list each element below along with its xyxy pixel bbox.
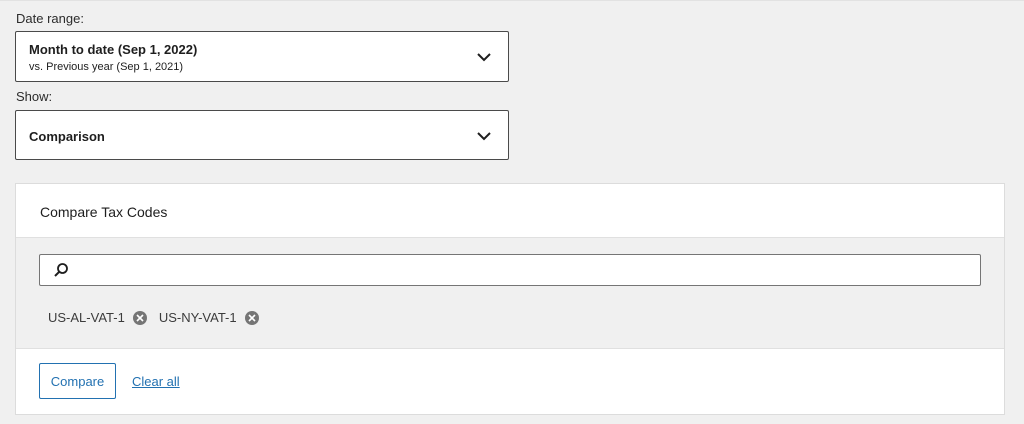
show-label: Show: bbox=[16, 89, 53, 104]
card-title: Compare Tax Codes bbox=[40, 204, 168, 220]
date-range-select[interactable]: Month to date (Sep 1, 2022) vs. Previous… bbox=[15, 31, 509, 82]
tag-label: US-NY-VAT-1 bbox=[158, 310, 237, 325]
date-range-secondary: vs. Previous year (Sep 1, 2021) bbox=[29, 61, 184, 73]
tag-item: US-AL-VAT-1 bbox=[48, 310, 147, 325]
chevron-down-icon bbox=[477, 53, 491, 62]
remove-tag-icon[interactable] bbox=[244, 310, 259, 325]
date-range-label: Date range: bbox=[16, 11, 84, 26]
search-input[interactable] bbox=[39, 254, 981, 286]
tag-list: US-AL-VAT-1 US-NY-VAT-1 bbox=[48, 310, 271, 325]
clear-all-link[interactable]: Clear all bbox=[132, 374, 180, 389]
tag-item: US-NY-VAT-1 bbox=[159, 310, 259, 325]
tag-label: US-AL-VAT-1 bbox=[48, 310, 125, 325]
top-divider bbox=[0, 0, 1024, 1]
show-value: Comparison bbox=[29, 129, 105, 144]
compare-card: Compare Tax Codes US-AL-VAT-1 US-NY-VAT-… bbox=[15, 183, 1005, 415]
chevron-down-icon bbox=[477, 132, 491, 141]
remove-tag-icon[interactable] bbox=[132, 310, 147, 325]
card-body: US-AL-VAT-1 US-NY-VAT-1 bbox=[16, 237, 1004, 349]
date-range-primary: Month to date (Sep 1, 2022) bbox=[29, 42, 198, 57]
compare-button[interactable]: Compare bbox=[39, 363, 116, 399]
show-select[interactable]: Comparison bbox=[15, 110, 509, 160]
search-icon bbox=[54, 263, 68, 277]
